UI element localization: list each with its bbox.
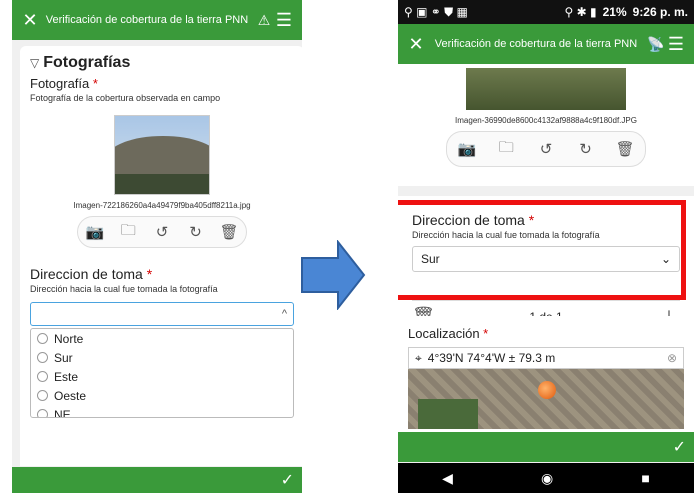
rotate-left-icon[interactable]: ↺ xyxy=(151,223,173,241)
option-ne[interactable]: NE xyxy=(31,405,293,418)
trash-icon[interactable]: 🗑 xyxy=(614,140,636,158)
photo-thumbnail[interactable] xyxy=(114,115,210,195)
option-oeste[interactable]: Oeste xyxy=(31,386,293,405)
radio-icon xyxy=(37,352,48,363)
direction-select[interactable]: ^ xyxy=(30,302,294,326)
close-icon[interactable]: ✕ xyxy=(20,10,40,31)
header-title: Verificación de cobertura de la tierra P… xyxy=(434,37,638,50)
location-bar[interactable]: ⌖ 4°39'N 74°4'W ± 79.3 m ⊗ xyxy=(408,347,684,369)
status-bar: ⚲ ▣ ⚭ ⛊ ▦ ⚲ ✱ ▮ 21% 9:26 p. m. xyxy=(398,0,694,24)
battery-level: 21% xyxy=(602,5,627,19)
close-icon[interactable]: ✕ xyxy=(406,34,426,55)
clear-icon[interactable]: ⊗ xyxy=(667,351,677,365)
option-norte[interactable]: Norte xyxy=(31,329,293,348)
back-icon[interactable]: ◀ xyxy=(442,470,453,487)
rotate-right-icon[interactable]: ↻ xyxy=(185,223,207,241)
collapse-triangle-icon[interactable]: ▽ xyxy=(30,56,39,70)
app-header: ✕ Verificación de cobertura de la tierra… xyxy=(12,0,302,40)
location-question-label: Localización * xyxy=(408,326,684,341)
left-screenshot: ✕ Verificación de cobertura de la tierra… xyxy=(12,0,302,493)
menu-icon[interactable]: ☰ xyxy=(274,10,294,31)
option-label: NE xyxy=(54,407,71,418)
app-header: ✕ Verificación de cobertura de la tierra… xyxy=(398,24,694,64)
radio-icon xyxy=(37,371,48,382)
photo-toolbar: 📷 🗀 ↺ ↻ 🗑 xyxy=(77,216,247,248)
map-park-area xyxy=(418,399,478,429)
option-label: Este xyxy=(54,369,79,384)
option-label: Sur xyxy=(54,350,73,365)
section-header[interactable]: ▽ Fotografías xyxy=(30,54,294,72)
transition-arrow-icon xyxy=(301,240,366,310)
option-label: Oeste xyxy=(54,388,87,403)
highlight-box xyxy=(398,200,686,300)
direction-question-label: Direccion de toma * xyxy=(30,266,294,282)
rotate-right-icon[interactable]: ↻ xyxy=(575,140,597,158)
photo-thumbnail[interactable] xyxy=(466,68,626,110)
radio-icon xyxy=(37,409,48,417)
check-icon[interactable]: ✓ xyxy=(281,470,294,490)
android-nav-bar: ◀ ◉ ■ xyxy=(398,463,694,493)
section-title: Fotografías xyxy=(43,54,131,71)
satellite-icon[interactable]: 📡 xyxy=(646,36,666,53)
required-marker: * xyxy=(146,266,153,282)
recents-icon[interactable]: ■ xyxy=(641,470,649,486)
trash-icon[interactable]: 🗑 xyxy=(218,223,240,241)
chevron-up-icon: ^ xyxy=(281,308,287,320)
clock: 9:26 p. m. xyxy=(632,5,688,19)
submit-footer: ✓ xyxy=(12,467,302,493)
location-label-text: Localización xyxy=(408,326,480,341)
option-sur[interactable]: Sur xyxy=(31,348,293,367)
camera-icon[interactable]: 📷 xyxy=(456,140,478,158)
menu-icon[interactable]: ☰ xyxy=(666,34,686,55)
folder-icon[interactable]: 🗀 xyxy=(495,137,517,162)
home-icon[interactable]: ◉ xyxy=(541,470,553,487)
photo-toolbar: 📷 🗀 ↺ ↻ 🗑 xyxy=(446,131,646,167)
right-screenshot: ⚲ ▣ ⚭ ⛊ ▦ ⚲ ✱ ▮ 21% 9:26 p. m. ✕ Verific… xyxy=(398,0,694,493)
image-filename: Imagen-36990de8600c4132af9888a4c9f180df.… xyxy=(455,116,637,125)
direction-label-text: Direccion de toma xyxy=(30,266,143,282)
rotate-left-icon[interactable]: ↺ xyxy=(535,140,557,158)
photo-label-text: Fotografía xyxy=(30,76,90,91)
radio-icon xyxy=(37,390,48,401)
gps-target-icon: ⌖ xyxy=(415,350,422,365)
location-panel: Localización * ⌖ 4°39'N 74°4'W ± 79.3 m … xyxy=(398,316,694,432)
warning-icon[interactable]: ⚠ xyxy=(254,12,274,29)
signal-icons: ⚲ ✱ ▮ xyxy=(564,5,597,19)
option-label: Norte xyxy=(54,331,84,346)
notification-icons: ⚲ ▣ ⚭ ⛊ ▦ xyxy=(404,4,468,19)
direction-dropdown-list: Norte Sur Este Oeste NE xyxy=(30,328,294,418)
direction-hint: Dirección hacia la cual fue tomada la fo… xyxy=(30,284,218,294)
location-value: 4°39'N 74°4'W ± 79.3 m xyxy=(427,351,556,365)
image-filename: Imagen-722186260a4a49479f9ba405dff8211a.… xyxy=(73,201,251,210)
submit-footer: ✓ xyxy=(398,432,694,462)
header-title: Verificación de cobertura de la tierra P… xyxy=(45,13,249,26)
camera-icon[interactable]: 📷 xyxy=(84,223,106,241)
location-map[interactable] xyxy=(408,369,684,429)
photo-question-label: Fotografía * xyxy=(30,76,294,91)
required-marker: * xyxy=(92,76,98,91)
photo-panel: Imagen-36990de8600c4132af9888a4c9f180df.… xyxy=(398,64,694,186)
radio-icon xyxy=(37,333,48,344)
folder-icon[interactable]: 🗀 xyxy=(117,220,139,245)
option-este[interactable]: Este xyxy=(31,367,293,386)
required-marker: * xyxy=(483,326,489,341)
form-body: ▽ Fotografías Fotografía * Fotografía de… xyxy=(20,46,302,466)
photo-hint: Fotografía de la cobertura observada en … xyxy=(30,93,221,103)
check-icon[interactable]: ✓ xyxy=(673,437,686,457)
location-pin-icon xyxy=(538,381,556,399)
